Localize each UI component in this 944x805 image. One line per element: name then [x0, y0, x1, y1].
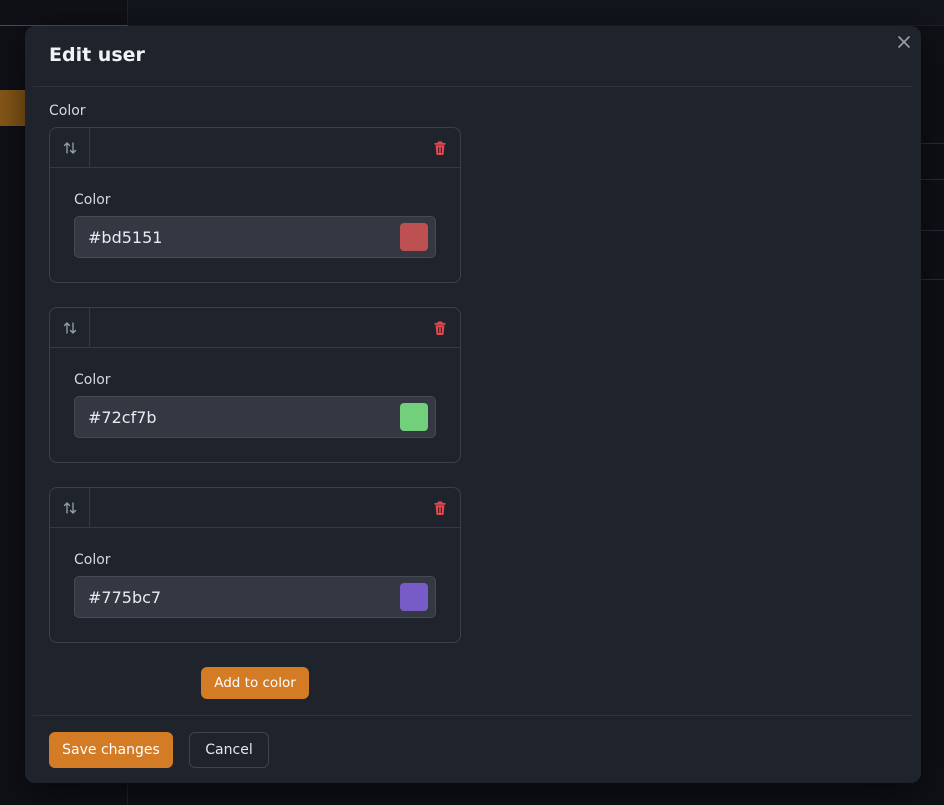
backdrop-table-line — [920, 279, 944, 280]
backdrop-table-line — [920, 143, 944, 144]
backdrop-topbar — [128, 0, 944, 26]
color-swatch[interactable] — [400, 223, 428, 251]
color-item-toolbar — [50, 308, 460, 348]
header-divider — [33, 86, 913, 87]
delete-color-button[interactable] — [432, 500, 448, 516]
delete-color-button[interactable] — [432, 140, 448, 156]
color-value: #bd5151 — [88, 228, 163, 247]
save-changes-button[interactable]: Save changes — [49, 732, 173, 768]
color-input-label: Color — [74, 192, 111, 208]
color-input-label: Color — [74, 552, 111, 568]
color-value: #775bc7 — [88, 588, 162, 607]
delete-color-button[interactable] — [432, 320, 448, 336]
swap-vertical-icon — [63, 502, 76, 514]
reorder-handle[interactable] — [50, 128, 90, 168]
close-icon — [898, 36, 910, 48]
color-item-card: Color #72cf7b — [49, 307, 461, 463]
color-item-card: Color #775bc7 — [49, 487, 461, 643]
backdrop-table-line — [920, 230, 944, 231]
color-item-toolbar — [50, 128, 460, 168]
swap-vertical-icon — [63, 322, 76, 334]
modal-header: Edit user — [25, 26, 921, 87]
color-item-toolbar — [50, 488, 460, 528]
edit-user-modal: Edit user Color Color #bd5151 Color #72c… — [25, 26, 921, 783]
color-swatch[interactable] — [400, 583, 428, 611]
color-input-label: Color — [74, 372, 111, 388]
color-input[interactable]: #72cf7b — [74, 396, 436, 438]
close-button[interactable] — [895, 33, 913, 51]
backdrop-active-nav-item — [0, 90, 26, 126]
trash-icon — [434, 321, 446, 335]
swap-vertical-icon — [63, 142, 76, 154]
cancel-button[interactable]: Cancel — [189, 732, 269, 768]
reorder-handle[interactable] — [50, 488, 90, 528]
color-swatch[interactable] — [400, 403, 428, 431]
footer-divider — [33, 715, 913, 716]
add-color-button[interactable]: Add to color — [201, 667, 309, 699]
backdrop-table-line — [920, 179, 944, 180]
modal-title: Edit user — [49, 44, 145, 66]
color-item-card: Color #bd5151 — [49, 127, 461, 283]
color-input[interactable]: #775bc7 — [74, 576, 436, 618]
color-field-label: Color — [49, 103, 86, 119]
reorder-handle[interactable] — [50, 308, 90, 348]
color-input[interactable]: #bd5151 — [74, 216, 436, 258]
color-value: #72cf7b — [88, 408, 157, 427]
trash-icon — [434, 141, 446, 155]
trash-icon — [434, 501, 446, 515]
